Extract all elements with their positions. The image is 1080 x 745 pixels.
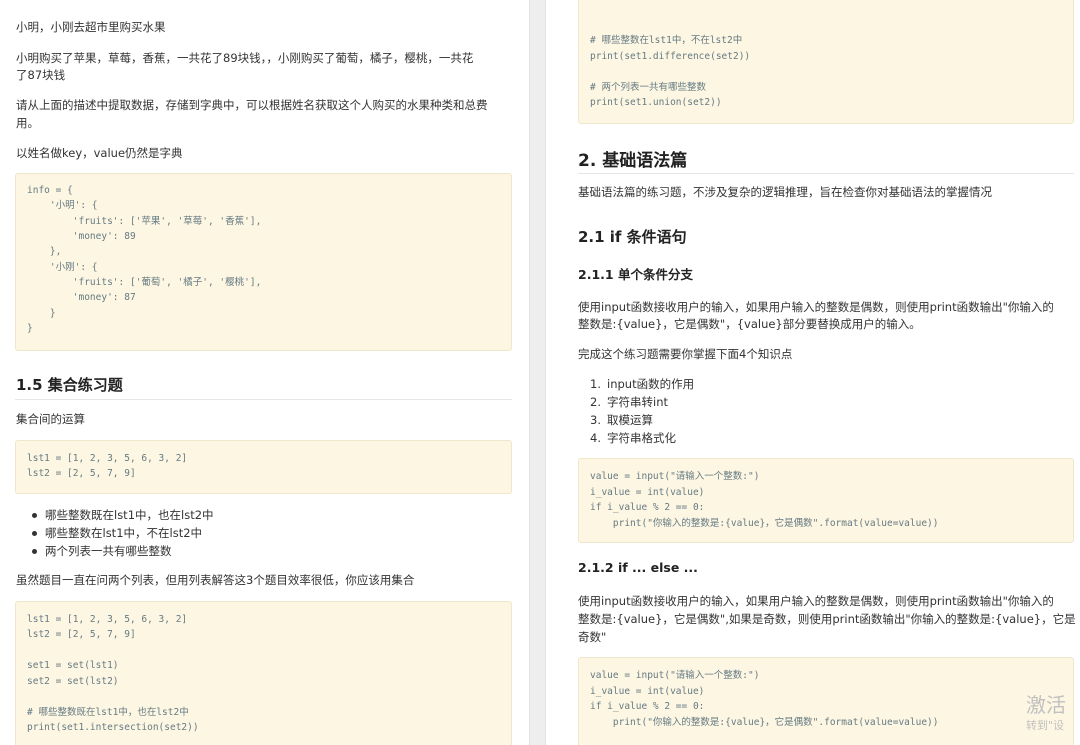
left-page: 小明，小刚去超市里购买水果 小明购买了苹果，草莓，香蕉，一共花了89块钱，，小刚… (0, 0, 529, 745)
code-block: lst1 = [1, 2, 3, 5, 6, 3, 2] lst2 = [2, … (15, 440, 512, 494)
bullet-icon (32, 549, 37, 554)
code-comment: # 哪些整数既在lst1中，也在lst2中 (27, 707, 189, 718)
list-item: 4. 字符串格式化 (590, 431, 676, 445)
paragraph: 请从上面的描述中提取数据，存储到字典中，可以根据姓名获取这个人购买的水果种类和总… (16, 98, 488, 112)
code-line: print(set1.intersection(set2)) (27, 722, 199, 733)
code-line: 'money': 87 (27, 292, 136, 303)
code-line: '小明': { (27, 200, 98, 211)
code-block: # 哪些整数在lst1中，不在lst2中 print(set1.differen… (578, 0, 1074, 124)
code-line: 'fruits': ['苹果', '草莓', '香蕉'], (27, 216, 262, 227)
watermark-text: 激活 (1026, 693, 1066, 717)
code-line: lst1 = [1, 2, 3, 5, 6, 3, 2] (27, 453, 188, 464)
paragraph: 完成这个练习题需要你掌握下面4个知识点 (578, 347, 793, 361)
code-line: if i_value % 2 == 0: (590, 502, 705, 513)
list-item: 3. 取模运算 (590, 413, 653, 427)
watermark-text: 转到"设 (1026, 719, 1065, 732)
paragraph: 小明，小刚去超市里购买水果 (16, 20, 166, 34)
section-heading: 1.5 集合练习题 (16, 376, 123, 394)
bullet-icon (32, 513, 37, 518)
code-comment: # 两个列表一共有哪些整数 (590, 82, 706, 93)
paragraph: 虽然题目一直在问两个列表，但用列表解答这3个题目效率很低，你应该用集合 (16, 573, 415, 587)
numbered-list: 1. input函数的作用 2. 字符串转int 3. 取模运算 4. 字符串格式化 (590, 375, 694, 447)
code-line: print("你输入的整数是:{value}，它是偶数".format(valu… (590, 518, 939, 529)
paragraph: 以姓名做key，value仍然是字典 (16, 146, 183, 160)
code-line: 'fruits': ['葡萄', '橘子', '樱桃'], (27, 277, 262, 288)
paragraph: 集合间的运算 (16, 412, 85, 426)
code-line: print(set1.union(set2)) (590, 97, 722, 108)
code-line: i_value = int(value) (590, 487, 705, 498)
code-block: lst1 = [1, 2, 3, 5, 6, 3, 2] lst2 = [2, … (15, 601, 512, 745)
code-line: 'money': 89 (27, 231, 136, 242)
bullet-icon (32, 531, 37, 536)
paragraph: 奇数" (578, 630, 607, 644)
subsection-heading: 2.1.2 if ... else ... (578, 560, 698, 575)
code-line: print(set1.difference(set2)) (590, 51, 751, 62)
activation-watermark: 激活 转到"设 (1024, 693, 1080, 739)
heading-divider (15, 399, 512, 400)
code-line: info = { (27, 185, 73, 196)
paragraph: 整数是:{value}，它是偶数"，{value}部分要替换成用户的输入。 (578, 317, 921, 331)
code-line: lst1 = [1, 2, 3, 5, 6, 3, 2] (27, 614, 188, 625)
right-page: # 哪些整数在lst1中，不在lst2中 print(set1.differen… (546, 0, 1080, 745)
code-block: value = input("请输入一个整数:") i_value = int(… (578, 657, 1074, 745)
code-line: set1 = set(lst1) (27, 660, 119, 671)
paragraph: 了87块钱 (16, 68, 66, 82)
code-line: lst2 = [2, 5, 7, 9] (27, 629, 136, 640)
list-item: 哪些整数在lst1中，不在lst2中 (28, 524, 214, 542)
section-heading: 2.1 if 条件语句 (578, 228, 687, 246)
bullet-list: 哪些整数既在lst1中，也在lst2中 哪些整数在lst1中，不在lst2中 两… (28, 506, 214, 560)
page-gutter (529, 0, 546, 745)
paragraph: 用。 (16, 116, 39, 130)
code-line: i_value = int(value) (590, 686, 705, 697)
paragraph: 小明购买了苹果，草莓，香蕉，一共花了89块钱，，小刚购买了葡萄，橘子，樱桃，一共… (16, 51, 474, 65)
list-item: 哪些整数既在lst1中，也在lst2中 (28, 506, 214, 524)
code-line: if i_value % 2 == 0: (590, 701, 705, 712)
code-line: } (27, 323, 33, 334)
code-comment: # 哪些整数在lst1中，不在lst2中 (590, 35, 743, 46)
code-line: lst2 = [2, 5, 7, 9] (27, 468, 136, 479)
list-item: 2. 字符串转int (590, 395, 668, 409)
paragraph: 整数是:{value}，它是偶数",如果是奇数，则使用print函数输出"你输入… (578, 612, 1076, 626)
list-item: 1. input函数的作用 (590, 377, 695, 391)
code-block: value = input("请输入一个整数:") i_value = int(… (578, 458, 1074, 543)
paragraph: 使用input函数接收用户的输入，如果用户输入的整数是偶数，则使用print函数… (578, 594, 1054, 608)
code-line: '小刚': { (27, 262, 98, 273)
code-line: value = input("请输入一个整数:") (590, 670, 760, 681)
code-block: info = { '小明': { 'fruits': ['苹果', '草莓', … (15, 173, 512, 351)
paragraph: 基础语法篇的练习题，不涉及复杂的逻辑推理，旨在检查你对基础语法的掌握情况 (578, 185, 992, 199)
code-line: print("你输入的整数是:{value}，它是偶数".format(valu… (590, 717, 939, 728)
subsection-heading: 2.1.1 单个条件分支 (578, 267, 693, 282)
heading-divider (578, 173, 1074, 174)
code-line: }, (27, 246, 62, 257)
section-heading: 2. 基础语法篇 (578, 151, 688, 171)
list-item: 两个列表一共有哪些整数 (28, 542, 214, 560)
code-line: set2 = set(lst2) (27, 676, 119, 687)
code-line: } (27, 308, 56, 319)
code-line: value = input("请输入一个整数:") (590, 471, 760, 482)
